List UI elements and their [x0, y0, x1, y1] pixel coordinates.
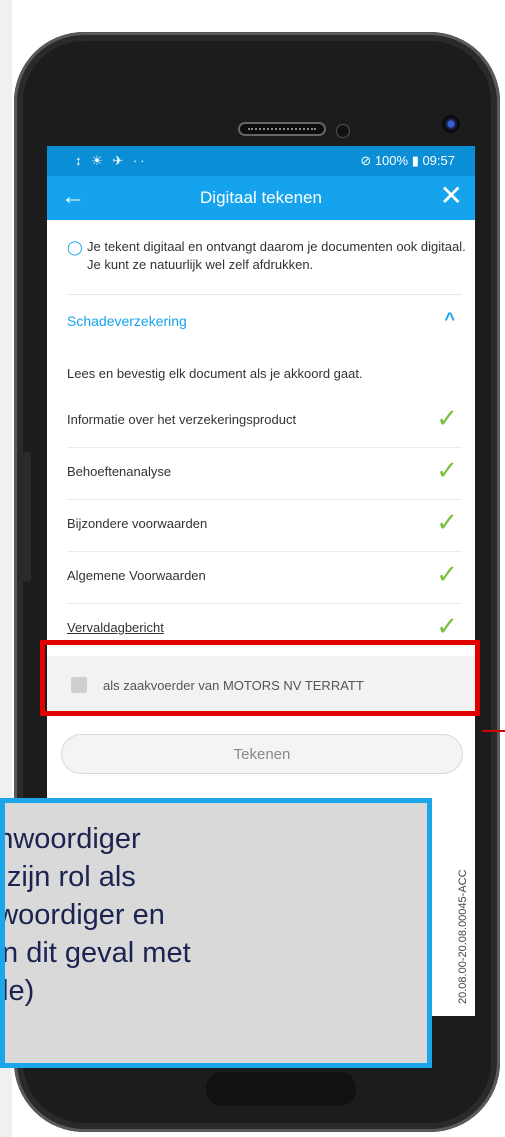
battery-time: ⊘ 100% ▮ 09:57	[360, 153, 455, 168]
proximity-sensor	[336, 124, 350, 138]
app-bar: ← Digitaal tekenen ✕	[47, 176, 475, 220]
document-label: Bijzondere voorwaarden	[67, 516, 208, 531]
chevron-up-icon[interactable]: ^	[444, 309, 455, 330]
annotation-callout: ertegenwoordiger vestigt zijn rol als rt…	[0, 798, 432, 1068]
front-camera-icon	[442, 115, 460, 133]
checkmark-icon: ✓	[436, 611, 458, 641]
document-label: Behoeftenanalyse	[67, 464, 172, 479]
page-title: Digitaal tekenen	[200, 188, 322, 207]
callout-text: ertegenwoordiger vestigt zijn rol als rt…	[0, 823, 191, 1007]
document-row[interactable]: Behoeftenanalyse ✓	[67, 448, 462, 500]
checkmark-icon: ✓	[436, 559, 458, 589]
document-label: Informatie over het verzekeringsproduct	[67, 412, 297, 427]
highlight-box	[40, 640, 480, 716]
wifi-icon: ⊘	[360, 153, 375, 168]
instruction-text: Lees en bevestig elk document als je akk…	[67, 366, 363, 381]
document-row[interactable]: Bijzondere voorwaarden ✓	[67, 500, 462, 552]
section-title[interactable]: Schadeverzekering	[67, 313, 187, 329]
document-row[interactable]: Informatie over het verzekeringsproduct …	[67, 396, 462, 448]
close-icon[interactable]: ✕	[440, 181, 463, 211]
annotation-pointer	[482, 730, 505, 732]
document-row[interactable]: Algemene Voorwaarden ✓	[67, 552, 462, 604]
checkmark-icon: ✓	[436, 507, 458, 537]
phone-side-button	[23, 452, 31, 582]
sign-button[interactable]: Tekenen	[61, 734, 463, 774]
info-text: Je tekent digitaal en ontvangt daarom je…	[87, 239, 466, 272]
version-label: 20.08.00-20.08.00045-ACC	[457, 869, 469, 1004]
divider	[67, 294, 462, 295]
earpiece-speaker	[238, 122, 326, 136]
status-icons: ↕ ☀ ✈ ··	[75, 153, 148, 168]
speech-bubble-icon: ◯	[67, 239, 83, 255]
status-bar: ↕ ☀ ✈ ·· ⊘ 100% ▮ 09:57	[47, 146, 475, 176]
info-message: ◯ Je tekent digitaal en ontvangt daarom …	[67, 238, 467, 274]
checkmark-icon: ✓	[436, 455, 458, 485]
checkmark-icon: ✓	[436, 403, 458, 433]
document-label: Vervaldagbericht	[67, 620, 164, 635]
document-label: Algemene Voorwaarden	[67, 568, 206, 583]
home-button[interactable]	[206, 1072, 356, 1106]
